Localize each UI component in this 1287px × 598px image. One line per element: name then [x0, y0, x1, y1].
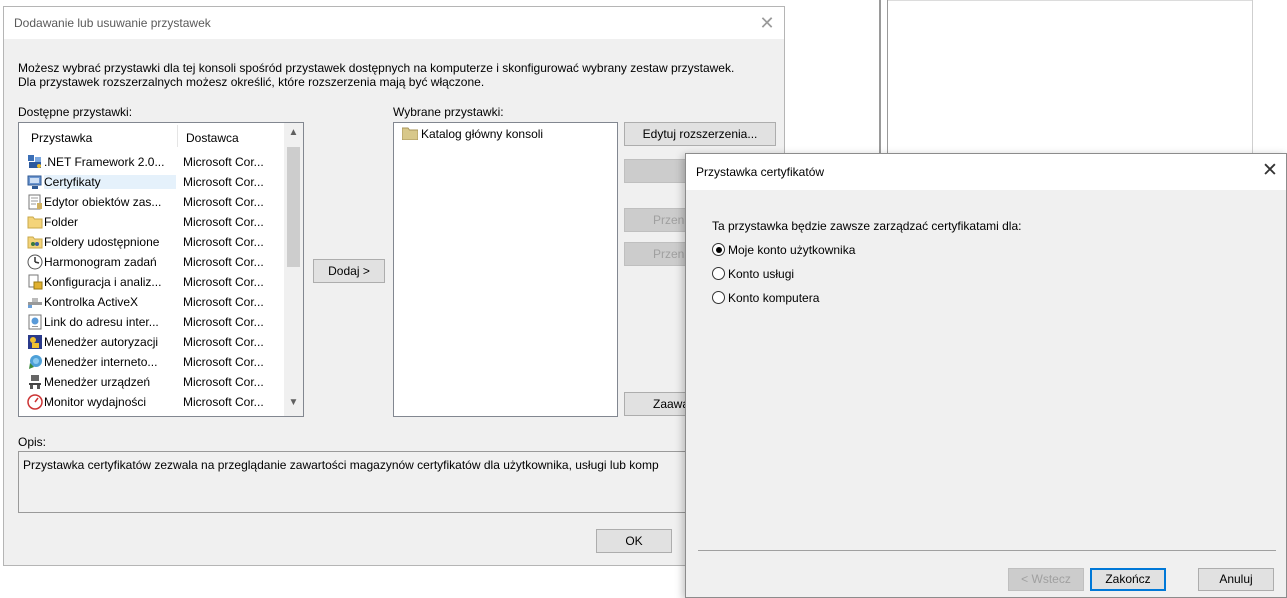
- snapin-name: Foldery udostępnione: [44, 235, 160, 249]
- prompt-text: Ta przystawka będzie zawsze zarządzać ce…: [712, 219, 1022, 233]
- snapin-name: Menedżer interneto...: [44, 355, 158, 369]
- list-item[interactable]: Certyfikaty Microsoft Cor...: [19, 172, 284, 192]
- snapin-vendor: Microsoft Cor...: [183, 295, 264, 309]
- back-button: < Wstecz: [1008, 568, 1084, 591]
- shared-folders-icon: [27, 234, 43, 250]
- list-item[interactable]: Kontrolka ActiveX Microsoft Cor...: [19, 292, 284, 312]
- list-item[interactable]: Folder Microsoft Cor...: [19, 212, 284, 232]
- list-item-label: Katalog główny konsoli: [421, 127, 544, 141]
- task-scheduler-icon: [27, 254, 43, 270]
- snapin-name: Link do adresu inter...: [44, 315, 159, 329]
- snapin-vendor: Microsoft Cor...: [183, 235, 264, 249]
- list-item[interactable]: Konfiguracja i analiz... Microsoft Cor...: [19, 272, 284, 292]
- snapin-vendor: Microsoft Cor...: [183, 375, 264, 389]
- intro-line-1: Możesz wybrać przystawki dla tej konsoli…: [18, 61, 735, 75]
- snapin-vendor: Microsoft Cor...: [183, 215, 264, 229]
- background-divider: [1252, 0, 1253, 160]
- dialog-title: Dodawanie lub usuwanie przystawek: [14, 16, 211, 30]
- snapin-vendor: Microsoft Cor...: [183, 155, 264, 169]
- radio-unchecked-icon[interactable]: [712, 291, 725, 304]
- description-text: Przystawka certyfikatów zezwala na przeg…: [23, 458, 659, 472]
- iis-manager-icon: [27, 354, 43, 370]
- radio-label: Konto komputera: [728, 291, 820, 305]
- footer-divider: [698, 550, 1276, 551]
- activex-icon: [27, 294, 43, 310]
- folder-icon: [401, 127, 419, 141]
- snapin-name: Menedżer urządzeń: [44, 375, 151, 389]
- snapin-name: Harmonogram zadań: [44, 255, 157, 269]
- close-icon[interactable]: ✕: [756, 12, 778, 34]
- add-remove-snapins-dialog: Dodawanie lub usuwanie przystawek ✕ Może…: [3, 6, 785, 566]
- dotnet-icon: [27, 154, 43, 170]
- security-config-icon: [27, 274, 43, 290]
- authorization-manager-icon: [27, 334, 43, 350]
- web-link-icon: [27, 314, 43, 330]
- snapin-name: Folder: [44, 215, 79, 229]
- vertical-scrollbar[interactable]: ▲ ▼: [284, 123, 303, 416]
- snapin-name: .NET Framework 2.0...: [44, 155, 165, 169]
- dialog-title: Przystawka certyfikatów: [696, 165, 825, 179]
- list-item[interactable]: Edytor obiektów zas... Microsoft Cor...: [19, 192, 284, 212]
- available-snapins-list[interactable]: Przystawka Dostawca .NET Framework 2.0..…: [18, 122, 304, 417]
- performance-monitor-icon: [27, 394, 43, 410]
- snapin-vendor: Microsoft Cor...: [183, 355, 264, 369]
- scroll-up-icon[interactable]: ▲: [284, 127, 303, 144]
- intro-text: Możesz wybrać przystawki dla tej konsoli…: [18, 61, 778, 89]
- policy-editor-icon: [27, 194, 43, 210]
- list-item[interactable]: Foldery udostępnione Microsoft Cor...: [19, 232, 284, 252]
- snapin-name: Certyfikaty: [44, 175, 176, 189]
- description-label: Opis:: [18, 435, 47, 449]
- device-manager-icon: [27, 374, 43, 390]
- list-header: Przystawka Dostawca: [19, 123, 284, 151]
- radio-my-user-account[interactable]: Moje konto użytkownika: [712, 243, 855, 257]
- snapin-vendor: Microsoft Cor...: [183, 195, 264, 209]
- finish-button[interactable]: Zakończ: [1090, 568, 1166, 591]
- list-item[interactable]: Link do adresu inter... Microsoft Cor...: [19, 312, 284, 332]
- scroll-down-icon[interactable]: ▼: [284, 397, 303, 414]
- edit-extensions-button[interactable]: Edytuj rozszerzenia...: [624, 122, 776, 146]
- available-snapins-label: Dostępne przystawki:: [18, 105, 133, 119]
- list-item[interactable]: Menedżer interneto... Microsoft Cor...: [19, 352, 284, 372]
- list-item[interactable]: Menedżer urządzeń Microsoft Cor...: [19, 372, 284, 392]
- close-icon[interactable]: ✕: [1258, 159, 1282, 183]
- snapin-name: Monitor wydajności: [44, 395, 147, 409]
- snapin-vendor: Microsoft Cor...: [183, 255, 264, 269]
- radio-checked-icon[interactable]: [712, 243, 725, 256]
- column-header-vendor[interactable]: Dostawca: [186, 131, 239, 145]
- description-box: Przystawka certyfikatów zezwala na przeg…: [18, 451, 718, 513]
- certificates-icon: [27, 174, 43, 190]
- list-item[interactable]: Harmonogram zadań Microsoft Cor...: [19, 252, 284, 272]
- list-item[interactable]: Menedżer autoryzacji Microsoft Cor...: [19, 332, 284, 352]
- radio-label: Moje konto użytkownika: [728, 243, 856, 257]
- selected-snapins-list[interactable]: Katalog główny konsoli: [393, 122, 618, 417]
- radio-unchecked-icon[interactable]: [712, 267, 725, 280]
- dialog-titlebar: Przystawka certyfikatów ✕: [686, 154, 1286, 190]
- snapin-vendor: Microsoft Cor...: [183, 275, 264, 289]
- list-item[interactable]: .NET Framework 2.0... Microsoft Cor...: [19, 152, 284, 172]
- snapin-name: Edytor obiektów zas...: [44, 195, 162, 209]
- list-item[interactable]: Katalog główny konsoli: [401, 127, 544, 141]
- radio-computer-account[interactable]: Konto komputera: [712, 291, 819, 305]
- dialog-titlebar: Dodawanie lub usuwanie przystawek ✕: [4, 7, 784, 39]
- ok-button[interactable]: OK: [596, 529, 672, 553]
- column-header-snapin[interactable]: Przystawka: [31, 131, 92, 145]
- cancel-button[interactable]: Anuluj: [1198, 568, 1274, 591]
- intro-line-2: Dla przystawek rozszerzalnych możesz okr…: [18, 75, 485, 89]
- snapin-name: Konfiguracja i analiz...: [44, 275, 162, 289]
- radio-label: Konto usługi: [728, 267, 795, 281]
- radio-service-account[interactable]: Konto usługi: [712, 267, 794, 281]
- background-divider: [888, 0, 1252, 1]
- selected-snapins-label: Wybrane przystawki:: [393, 105, 504, 119]
- snapin-vendor: Microsoft Cor...: [183, 315, 264, 329]
- list-item[interactable]: Monitor wydajności Microsoft Cor...: [19, 392, 284, 412]
- snapin-vendor: Microsoft Cor...: [183, 335, 264, 349]
- certificates-snapin-dialog: Przystawka certyfikatów ✕ Ta przystawka …: [685, 153, 1287, 598]
- snapin-name: Kontrolka ActiveX: [44, 295, 139, 309]
- add-button[interactable]: Dodaj >: [313, 259, 385, 283]
- snapin-name: Menedżer autoryzacji: [44, 335, 159, 349]
- snapin-vendor: Microsoft Cor...: [183, 175, 264, 189]
- snapin-vendor: Microsoft Cor...: [183, 395, 264, 409]
- folder-icon: [27, 214, 43, 230]
- scroll-thumb[interactable]: [287, 147, 300, 267]
